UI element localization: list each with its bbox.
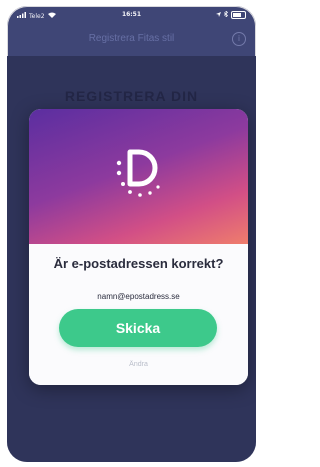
dialog-question: Är e-postadressen korrekt? [53, 256, 224, 271]
confirm-email-dialog: Är e-postadressen korrekt? namn@epostadr… [29, 109, 248, 385]
email-address: namn@epostadress.se [97, 292, 180, 301]
edit-email-link[interactable]: Ändra [29, 361, 248, 368]
location-icon [216, 11, 221, 19]
status-right [216, 10, 246, 19]
info-icon[interactable]: i [232, 32, 246, 46]
send-button[interactable]: Skicka [59, 309, 217, 347]
battery-icon [231, 11, 246, 19]
dialog-body: Är e-postadressen korrekt? namn@epostadr… [29, 244, 248, 385]
bluetooth-icon [223, 10, 229, 19]
dialog-header [29, 109, 248, 244]
phone-screen: Tele2 16:51 Registrera Fitas stil i REGI… [7, 6, 256, 462]
brand-logo-icon [103, 139, 173, 204]
nav-title: Registrera Fitas stil [88, 33, 175, 44]
screen-title: REGISTRERA DIN [64, 88, 199, 104]
nav-bar: Registrera Fitas stil i [7, 24, 256, 56]
status-bar: Tele2 16:51 [7, 6, 256, 24]
